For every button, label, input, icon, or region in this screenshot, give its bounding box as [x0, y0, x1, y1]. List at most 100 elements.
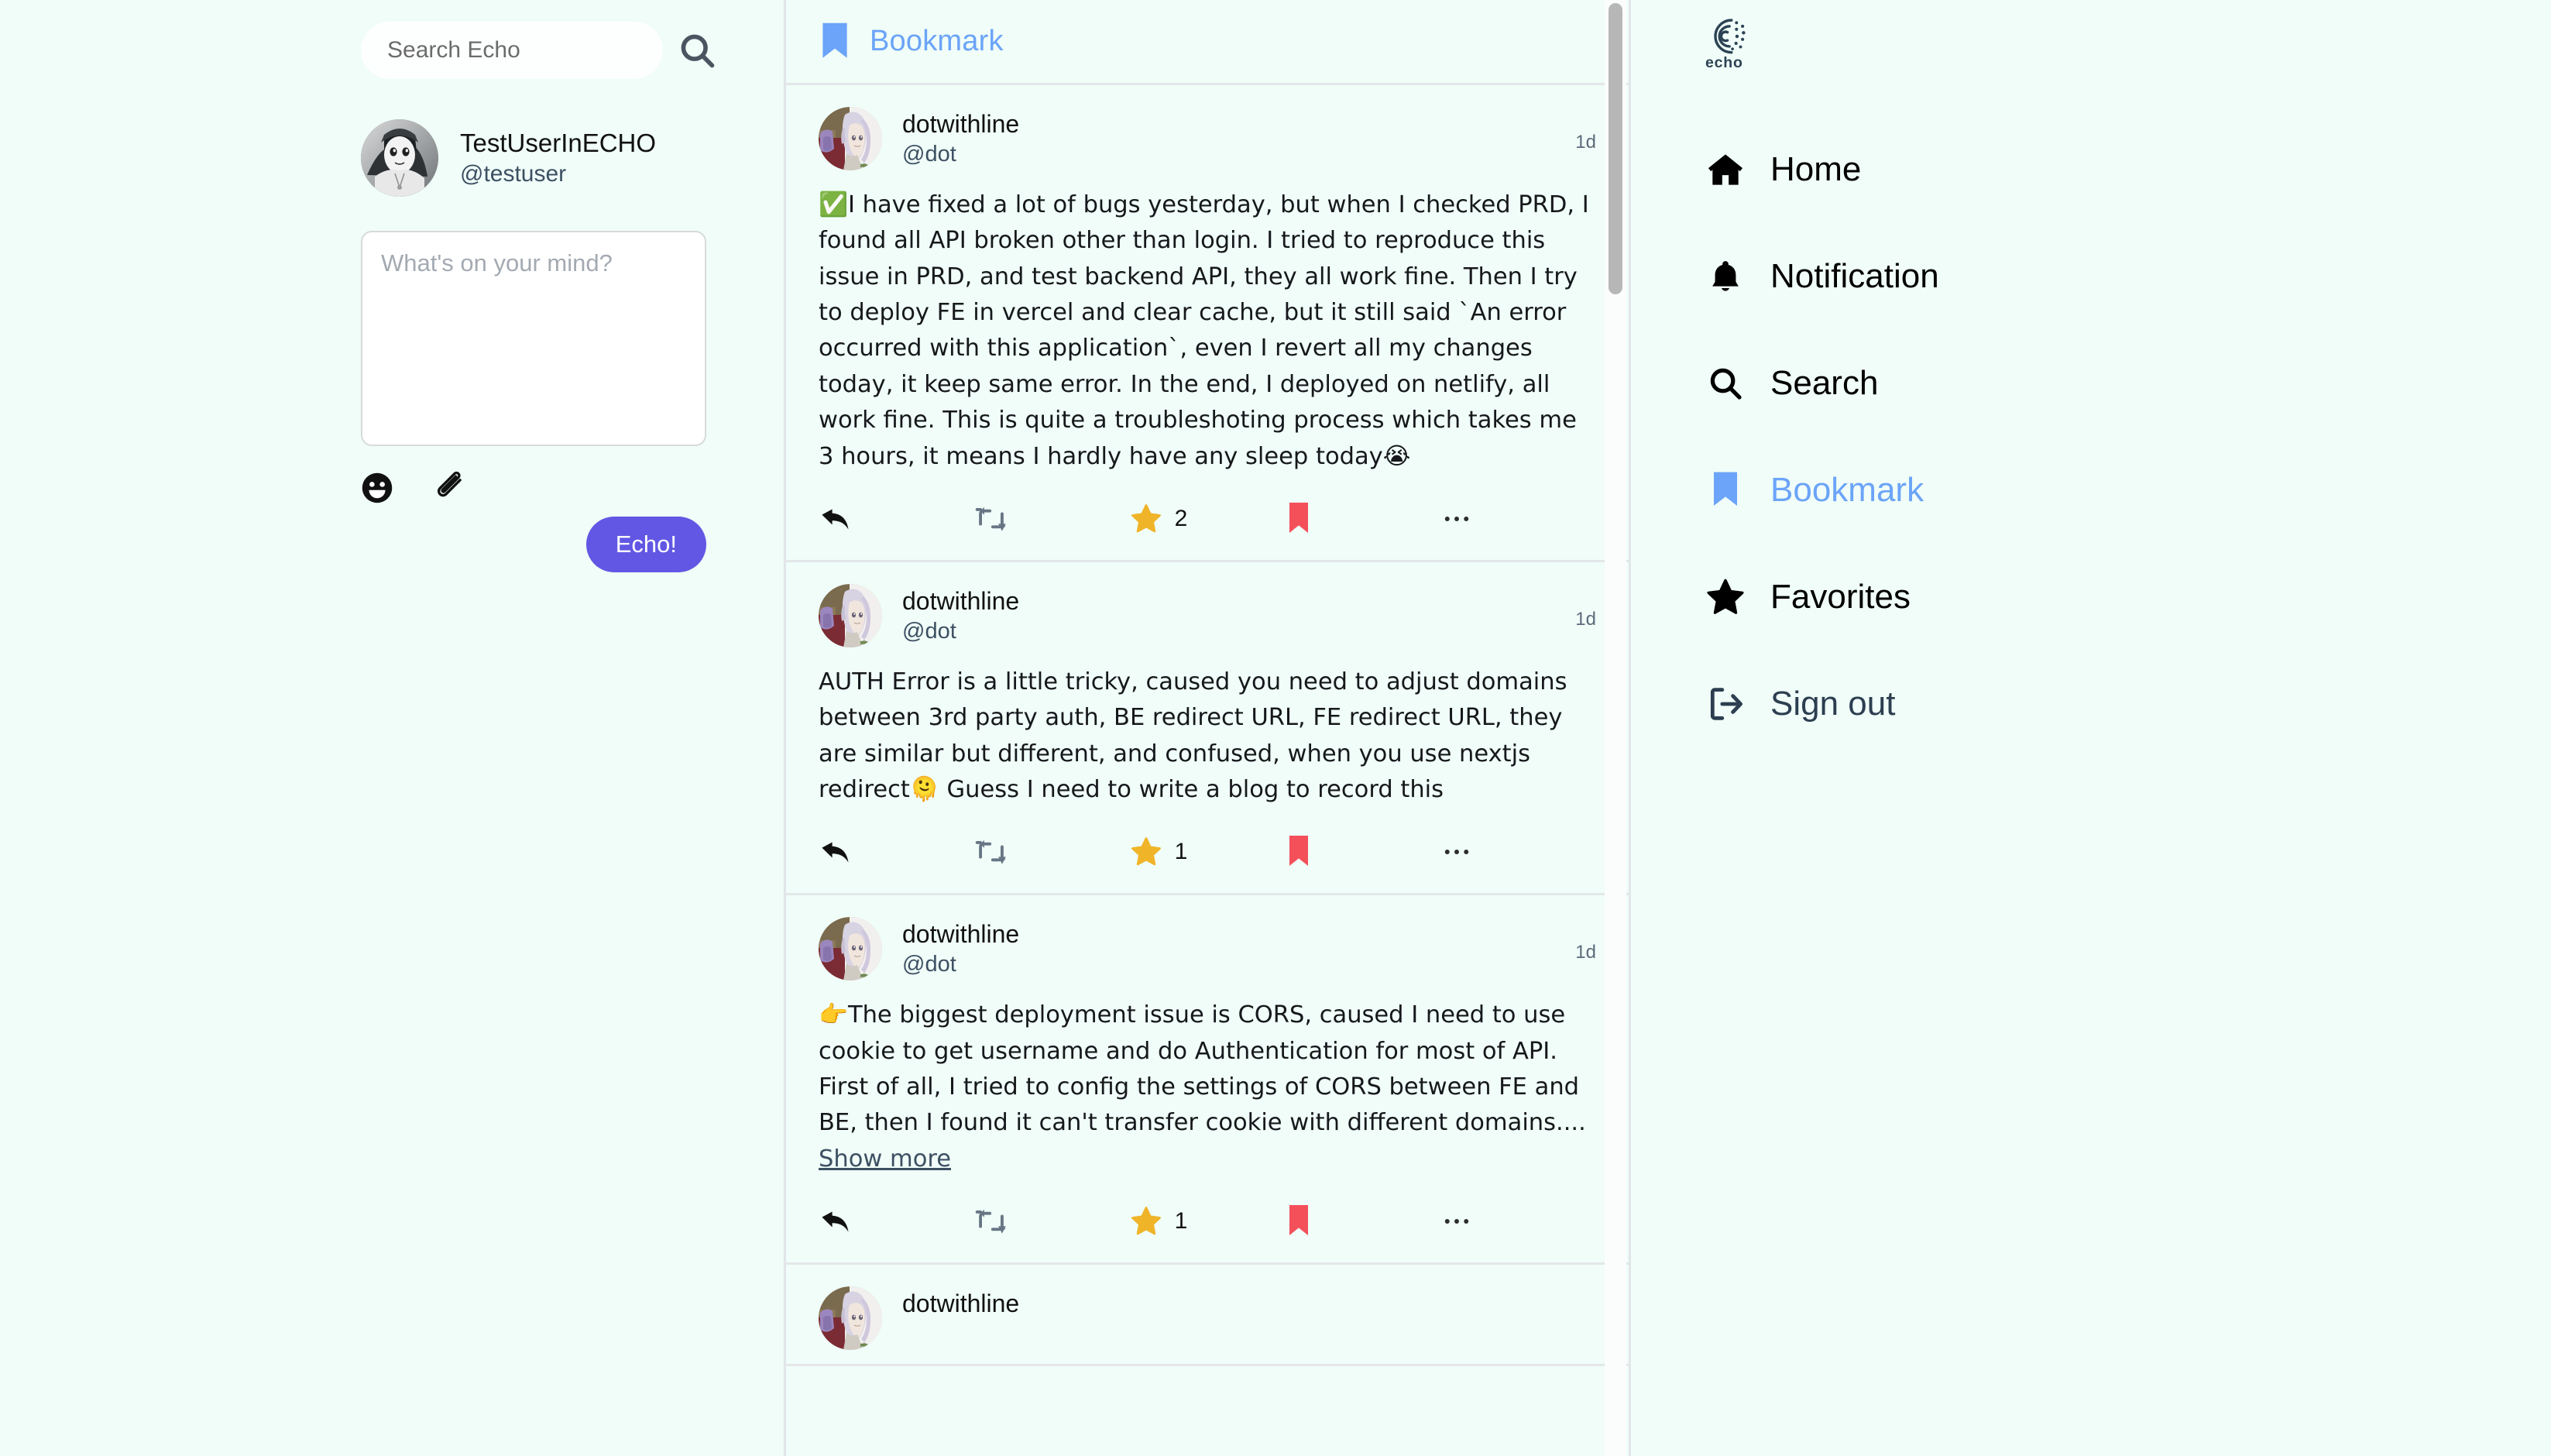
nav-label: Bookmark	[1770, 471, 1924, 509]
bookmark-filled-icon	[1285, 834, 1313, 870]
more-button[interactable]	[1440, 1205, 1596, 1238]
favorite-count: 1	[1174, 1208, 1188, 1235]
post-header: dotwithline	[819, 1286, 1596, 1351]
echo-button-row: Echo!	[361, 517, 706, 572]
echo-logo[interactable]: echo	[1705, 17, 1766, 70]
nav-item-sign-out[interactable]: Sign out	[1705, 651, 2551, 757]
repost-button[interactable]	[974, 502, 1130, 536]
more-button[interactable]	[1440, 836, 1596, 868]
show-more-link[interactable]: Show more	[819, 1145, 951, 1173]
ellipsis-icon	[1440, 1205, 1473, 1238]
post-handle: @dot	[902, 141, 956, 167]
home-icon	[1705, 150, 1746, 189]
profile-row[interactable]: TestUserInECHO @testuser	[0, 119, 784, 197]
post-body: 👉The biggest deployment issue is CORS, c…	[819, 1001, 1586, 1173]
left-sidebar: TestUserInECHO @testuser	[0, 0, 784, 1456]
post-actions: 2	[819, 492, 1596, 546]
bookmark-button[interactable]	[1285, 501, 1440, 537]
search-input[interactable]	[361, 22, 663, 79]
profile-display-name: TestUserInECHO	[460, 128, 657, 157]
nav-item-notification[interactable]: Notification	[1705, 223, 2551, 330]
post-author: dotwithline	[902, 1286, 1019, 1321]
post-timestamp: 1d	[1575, 942, 1596, 963]
star-icon	[1130, 836, 1162, 868]
post[interactable]: dotwithline	[786, 1265, 1629, 1367]
post-header: dotwithline @dot 1d	[819, 583, 1596, 647]
profile-names: TestUserInECHO @testuser	[460, 129, 656, 187]
favorite-button[interactable]: 1	[1130, 1205, 1286, 1238]
more-button[interactable]	[1440, 503, 1596, 535]
avatar[interactable]	[361, 119, 438, 197]
bookmark-button[interactable]	[1285, 834, 1440, 870]
avatar[interactable]	[819, 917, 882, 981]
search-icon	[1705, 365, 1746, 402]
compose-textarea[interactable]	[361, 231, 706, 446]
star-icon	[1705, 578, 1746, 616]
post[interactable]: dotwithline @dot 1d ✅I have fixed a lot …	[786, 85, 1629, 562]
feed-scrollbar[interactable]	[1605, 0, 1626, 1456]
nav-item-search[interactable]: Search	[1705, 330, 2551, 437]
bookmark-button[interactable]	[1285, 1204, 1440, 1239]
post-actions: 1	[819, 825, 1596, 879]
nav-item-favorites[interactable]: Favorites	[1705, 544, 2551, 651]
repost-button[interactable]	[974, 835, 1130, 869]
post-display-name: dotwithline	[902, 586, 1020, 615]
repost-button[interactable]	[974, 1204, 1130, 1238]
post-timestamp: 1d	[1575, 608, 1596, 630]
favorite-button[interactable]: 1	[1130, 836, 1286, 868]
favorite-count: 2	[1174, 505, 1188, 531]
compose-wrap	[0, 231, 784, 450]
reply-button[interactable]	[819, 502, 974, 536]
emoji-smiley-icon[interactable]	[361, 472, 393, 504]
ellipsis-icon	[1440, 503, 1473, 535]
compose-tools	[0, 471, 784, 504]
svg-text:echo: echo	[1705, 54, 1743, 70]
post-author: dotwithline @dot	[902, 107, 1019, 167]
post-handle: @dot	[902, 952, 956, 977]
bell-icon	[1705, 259, 1746, 294]
post-handle: @dot	[902, 618, 956, 644]
bookmark-filled-icon	[1285, 501, 1313, 537]
post[interactable]: dotwithline @dot 1d AUTH Error is a litt…	[786, 562, 1629, 896]
post-body: AUTH Error is a little tricky, caused yo…	[819, 668, 1567, 803]
nav-item-home[interactable]: Home	[1705, 116, 2551, 223]
sign-out-icon	[1705, 685, 1746, 723]
feed-list: dotwithline @dot 1d ✅I have fixed a lot …	[786, 85, 1629, 1456]
avatar[interactable]	[819, 583, 882, 647]
repost-icon	[974, 1204, 1008, 1238]
feed-column: Bookmark dotwithline @dot 1d ✅I have fix…	[784, 0, 1631, 1456]
search-row	[0, 22, 784, 79]
bookmark-icon	[819, 22, 851, 62]
post-header: dotwithline @dot 1d	[819, 107, 1596, 170]
nav-label: Sign out	[1770, 685, 1896, 723]
profile-handle: @testuser	[460, 160, 567, 187]
bookmark-filled-icon	[1285, 1204, 1313, 1239]
post-header: dotwithline @dot 1d	[819, 917, 1596, 981]
bookmark-icon	[1705, 471, 1746, 510]
post-display-name: dotwithline	[902, 110, 1020, 138]
app-root: TestUserInECHO @testuser	[0, 0, 2551, 1456]
main-nav: Home Notification Search Bookmark Favori…	[1705, 116, 2551, 757]
post[interactable]: dotwithline @dot 1d 👉The biggest deploym…	[786, 895, 1629, 1265]
feed-header-title: Bookmark	[870, 25, 1004, 57]
favorite-count: 1	[1174, 839, 1188, 865]
post-author: dotwithline @dot	[902, 917, 1019, 977]
nav-item-bookmark[interactable]: Bookmark	[1705, 437, 2551, 544]
feed-scrollbar-thumb[interactable]	[1609, 3, 1622, 294]
avatar[interactable]	[819, 1286, 882, 1351]
avatar[interactable]	[819, 107, 882, 170]
search-icon[interactable]	[677, 30, 717, 70]
repost-icon	[974, 835, 1008, 869]
right-sidebar: echo Home Notification Search Bookmark F…	[1631, 0, 2551, 1456]
reply-button[interactable]	[819, 835, 974, 869]
reply-button[interactable]	[819, 1204, 974, 1238]
post-display-name: dotwithline	[902, 1289, 1020, 1318]
reply-icon	[819, 835, 853, 869]
echo-submit-button[interactable]: Echo!	[585, 517, 706, 572]
star-icon	[1130, 1205, 1162, 1238]
reply-icon	[819, 502, 853, 536]
paperclip-icon[interactable]	[434, 471, 466, 504]
favorite-button[interactable]: 2	[1130, 503, 1286, 535]
nav-label: Home	[1770, 150, 1862, 188]
ellipsis-icon	[1440, 836, 1473, 868]
